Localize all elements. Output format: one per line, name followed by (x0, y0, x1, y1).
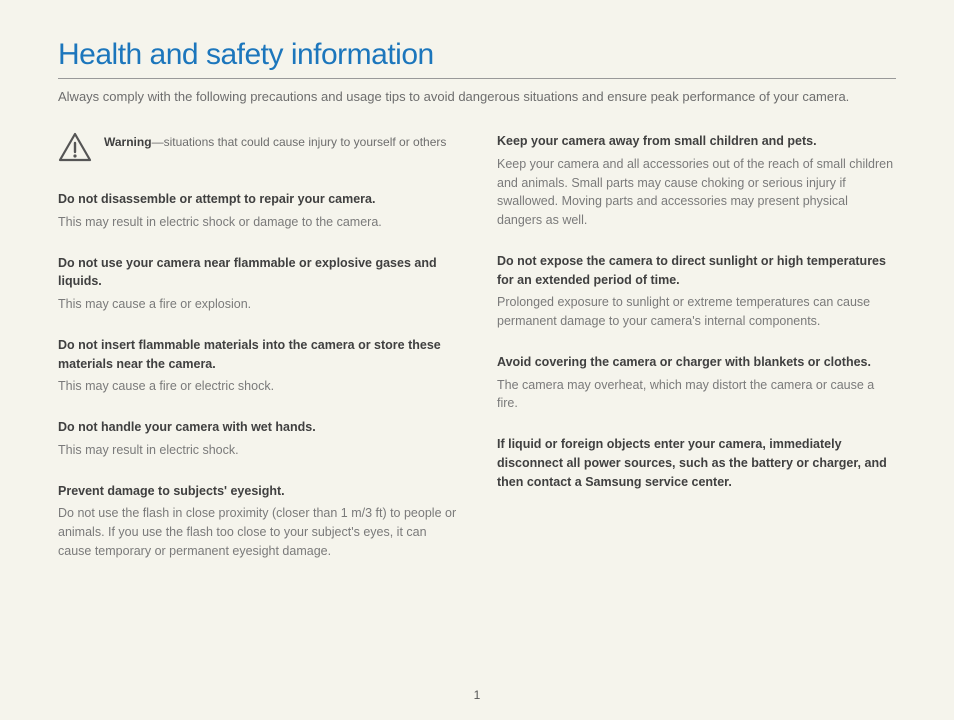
section-body: This may cause a fire or electric shock. (58, 377, 457, 396)
section-body: Keep your camera and all accessories out… (497, 155, 896, 230)
section-heading: Do not expose the camera to direct sunli… (497, 252, 896, 290)
section-body: Prolonged exposure to sunlight or extrem… (497, 293, 896, 331)
safety-section: If liquid or foreign objects enter your … (497, 435, 896, 491)
right-column: Keep your camera away from small childre… (497, 132, 896, 583)
section-heading: Do not insert flammable materials into t… (58, 336, 457, 374)
warning-icon (58, 132, 92, 162)
warning-text: Warning—situations that could cause inju… (104, 132, 446, 151)
safety-section: Do not expose the camera to direct sunli… (497, 252, 896, 331)
section-body: This may result in electric shock or dam… (58, 213, 457, 232)
section-heading: Avoid covering the camera or charger wit… (497, 353, 896, 372)
safety-section: Avoid covering the camera or charger wit… (497, 353, 896, 413)
safety-section: Do not use your camera near flammable or… (58, 254, 457, 314)
safety-section: Do not disassemble or attempt to repair … (58, 190, 457, 232)
section-body: This may cause a fire or explosion. (58, 295, 457, 314)
warning-desc: —situations that could cause injury to y… (152, 135, 447, 149)
intro-text: Always comply with the following precaut… (58, 89, 896, 104)
section-heading: Do not handle your camera with wet hands… (58, 418, 457, 437)
section-heading: If liquid or foreign objects enter your … (497, 435, 896, 491)
warning-label: Warning (104, 135, 152, 149)
safety-section: Do not insert flammable materials into t… (58, 336, 457, 396)
content-columns: Warning—situations that could cause inju… (58, 132, 896, 583)
section-body: This may result in electric shock. (58, 441, 457, 460)
warning-block: Warning—situations that could cause inju… (58, 132, 457, 162)
section-heading: Do not disassemble or attempt to repair … (58, 190, 457, 209)
left-column: Warning—situations that could cause inju… (58, 132, 457, 583)
manual-page: Health and safety information Always com… (0, 0, 954, 583)
safety-section: Keep your camera away from small childre… (497, 132, 896, 230)
safety-section: Prevent damage to subjects' eyesight. Do … (58, 482, 457, 561)
section-heading: Prevent damage to subjects' eyesight. (58, 482, 457, 501)
section-body: Do not use the flash in close proximity … (58, 504, 457, 560)
page-title: Health and safety information (58, 38, 896, 79)
section-body: The camera may overheat, which may disto… (497, 376, 896, 414)
safety-section: Do not handle your camera with wet hands… (58, 418, 457, 460)
section-heading: Do not use your camera near flammable or… (58, 254, 457, 292)
section-heading: Keep your camera away from small childre… (497, 132, 896, 151)
page-number: 1 (0, 688, 954, 702)
